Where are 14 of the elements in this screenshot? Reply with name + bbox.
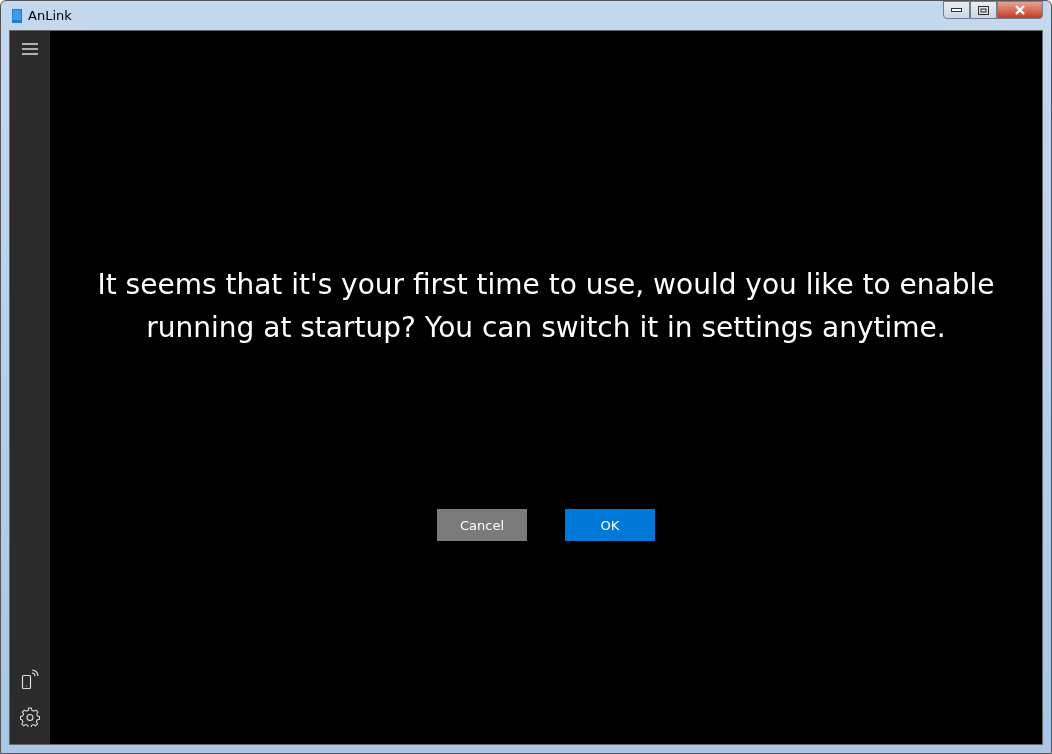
menu-icon[interactable] (21, 42, 39, 56)
cancel-button[interactable]: Cancel (437, 509, 527, 541)
restore-button[interactable] (970, 1, 997, 19)
app-icon (12, 8, 22, 23)
prompt-message: It seems that it's your first time to use, would you like to enable running at startup? You can switch it in settings anytime. (96, 267, 996, 346)
minimize-button[interactable] (943, 1, 970, 19)
settings-icon[interactable] (20, 707, 40, 727)
ok-button[interactable]: OK (565, 509, 655, 541)
close-icon (1014, 5, 1026, 15)
close-button[interactable] (997, 1, 1043, 19)
phone-signal-icon[interactable] (21, 668, 39, 690)
restore-icon (978, 5, 989, 15)
minimize-icon (951, 8, 962, 12)
window-title: AnLink (28, 8, 72, 23)
